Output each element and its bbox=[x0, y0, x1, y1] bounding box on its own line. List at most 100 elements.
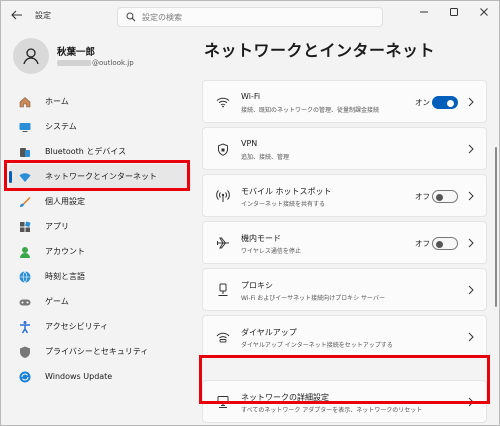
sidebar-item-label: 個人用設定 bbox=[45, 197, 85, 206]
card-title: VPN bbox=[241, 139, 258, 148]
back-arrow-icon bbox=[11, 10, 22, 20]
hotspot-toggle[interactable] bbox=[432, 190, 458, 203]
email-domain: @outlook.jp bbox=[92, 59, 134, 67]
sidebar-item-accounts[interactable]: アカウント bbox=[9, 239, 191, 264]
dialup-icon bbox=[215, 329, 231, 345]
card-title: 機内モード bbox=[241, 234, 281, 243]
search-box[interactable] bbox=[117, 7, 383, 27]
airplane-icon bbox=[215, 235, 231, 251]
sidebar-item-label: システム bbox=[45, 122, 77, 131]
sidebar-item-label: 時刻と言語 bbox=[45, 272, 85, 281]
toggle-state-label: オン bbox=[415, 98, 430, 107]
card-title: ダイヤルアップ bbox=[241, 328, 297, 337]
sidebar-item-label: ホーム bbox=[45, 97, 69, 106]
toggle-knob bbox=[447, 99, 454, 107]
update-icon bbox=[17, 369, 33, 385]
maximize-icon bbox=[450, 8, 458, 16]
sidebar-item-gaming[interactable]: ゲーム bbox=[9, 289, 191, 314]
user-email: @outlook.jp bbox=[57, 59, 134, 67]
chevron-right-icon bbox=[466, 396, 476, 408]
sidebar: ホーム システム Bluetooth とデバイス ネットワークとインターネット … bbox=[9, 89, 191, 389]
card-subtitle: 接続、既知のネットワークの管理、従量制課金接続 bbox=[241, 107, 380, 114]
card-proxy[interactable]: プロキシ Wi-Fi およびイーサネット接続向けプロキシ サーバー bbox=[202, 268, 487, 311]
chevron-right-icon bbox=[466, 237, 476, 249]
wifi-toggle[interactable] bbox=[432, 96, 458, 109]
settings-list: Wi-Fi 接続、既知のネットワークの管理、従量制課金接続 オン VPN 追加、… bbox=[202, 80, 487, 426]
settings-window: 設定 秋葉一郎 @outlook.jp ホーム bbox=[0, 0, 500, 426]
sidebar-item-label: Bluetooth とデバイス bbox=[45, 147, 127, 156]
user-icon bbox=[23, 48, 39, 65]
window-controls bbox=[409, 1, 499, 23]
sidebar-item-label: アクセシビリティ bbox=[45, 322, 109, 331]
page-title: ネットワークとインターネット bbox=[204, 41, 436, 60]
app-title: 設定 bbox=[35, 11, 51, 20]
sidebar-item-personalization[interactable]: 個人用設定 bbox=[9, 189, 191, 214]
card-subtitle: すべてのネットワーク アダプターを表示、ネットワークのリセット bbox=[241, 407, 423, 414]
card-title: Wi-Fi bbox=[241, 92, 261, 101]
back-button[interactable] bbox=[9, 7, 25, 23]
close-icon bbox=[480, 8, 488, 16]
sidebar-item-label: Windows Update bbox=[45, 372, 113, 381]
apps-icon bbox=[17, 219, 33, 235]
sidebar-item-network[interactable]: ネットワークとインターネット bbox=[9, 164, 191, 189]
chevron-right-icon bbox=[466, 190, 476, 202]
sidebar-item-label: アカウント bbox=[45, 247, 85, 256]
sidebar-item-privacy[interactable]: プライバシーとセキュリティ bbox=[9, 339, 191, 364]
minimize-button[interactable] bbox=[409, 1, 439, 23]
airplane-toggle[interactable] bbox=[432, 237, 458, 250]
close-button[interactable] bbox=[469, 1, 499, 23]
card-airplane-mode[interactable]: 機内モード ワイヤレス通信を停止 オフ bbox=[202, 221, 487, 264]
hotspot-icon bbox=[215, 188, 231, 204]
accessibility-icon bbox=[17, 319, 33, 335]
avatar[interactable] bbox=[13, 38, 49, 74]
card-mobile-hotspot[interactable]: モバイル ホットスポット インターネット接続を共有する オフ bbox=[202, 174, 487, 217]
network-pc-icon bbox=[215, 394, 231, 410]
card-subtitle: ダイヤルアップ インターネット接続をセットアップする bbox=[241, 342, 393, 349]
sidebar-item-label: ゲーム bbox=[45, 297, 69, 306]
card-subtitle: 追加、接続、管理 bbox=[241, 154, 290, 161]
user-name: 秋葉一郎 bbox=[57, 47, 96, 58]
game-icon bbox=[17, 294, 33, 310]
sidebar-item-label: プライバシーとセキュリティ bbox=[45, 347, 149, 356]
card-title: プロキシ bbox=[241, 281, 273, 290]
chevron-right-icon bbox=[466, 331, 476, 343]
sidebar-item-bluetooth[interactable]: Bluetooth とデバイス bbox=[9, 139, 191, 164]
sidebar-item-windows-update[interactable]: Windows Update bbox=[9, 364, 191, 389]
sidebar-item-apps[interactable]: アプリ bbox=[9, 214, 191, 239]
card-title: ネットワークの詳細設定 bbox=[241, 393, 329, 402]
wifi-icon bbox=[215, 94, 231, 110]
chevron-right-icon bbox=[466, 284, 476, 296]
card-subtitle: Wi-Fi およびイーサネット接続向けプロキシ サーバー bbox=[241, 295, 385, 302]
email-redaction bbox=[57, 60, 91, 66]
toggle-knob bbox=[436, 193, 443, 201]
card-subtitle: インターネット接続を共有する bbox=[241, 201, 326, 208]
brush-icon bbox=[17, 194, 33, 210]
vpn-shield-icon bbox=[215, 141, 231, 157]
chevron-right-icon bbox=[466, 96, 476, 108]
toggle-state-label: オフ bbox=[415, 239, 430, 248]
title-bar: 設定 bbox=[1, 1, 499, 31]
globe-icon bbox=[17, 269, 33, 285]
network-icon bbox=[17, 169, 33, 185]
search-input[interactable] bbox=[142, 12, 362, 22]
chevron-right-icon bbox=[466, 143, 476, 155]
card-advanced-network-settings[interactable]: ネットワークの詳細設定 すべてのネットワーク アダプターを表示、ネットワークのリ… bbox=[202, 380, 487, 423]
maximize-button[interactable] bbox=[439, 1, 469, 23]
sidebar-item-label: ネットワークとインターネット bbox=[45, 172, 157, 181]
card-vpn[interactable]: VPN 追加、接続、管理 bbox=[202, 127, 487, 170]
sidebar-item-accessibility[interactable]: アクセシビリティ bbox=[9, 314, 191, 339]
sidebar-item-home[interactable]: ホーム bbox=[9, 89, 191, 114]
sidebar-item-system[interactable]: システム bbox=[9, 114, 191, 139]
scrollbar[interactable] bbox=[495, 147, 497, 307]
sidebar-item-time-language[interactable]: 時刻と言語 bbox=[9, 264, 191, 289]
minimize-icon bbox=[420, 11, 428, 13]
card-wifi[interactable]: Wi-Fi 接続、既知のネットワークの管理、従量制課金接続 オン bbox=[202, 80, 487, 123]
account-icon bbox=[17, 244, 33, 260]
shield-icon bbox=[17, 344, 33, 360]
search-icon bbox=[126, 12, 136, 22]
card-subtitle: ワイヤレス通信を停止 bbox=[241, 248, 301, 255]
card-dialup[interactable]: ダイヤルアップ ダイヤルアップ インターネット接続をセットアップする bbox=[202, 315, 487, 358]
toggle-knob bbox=[436, 240, 443, 248]
bluetooth-icon bbox=[17, 144, 33, 160]
card-title: モバイル ホットスポット bbox=[241, 187, 332, 196]
